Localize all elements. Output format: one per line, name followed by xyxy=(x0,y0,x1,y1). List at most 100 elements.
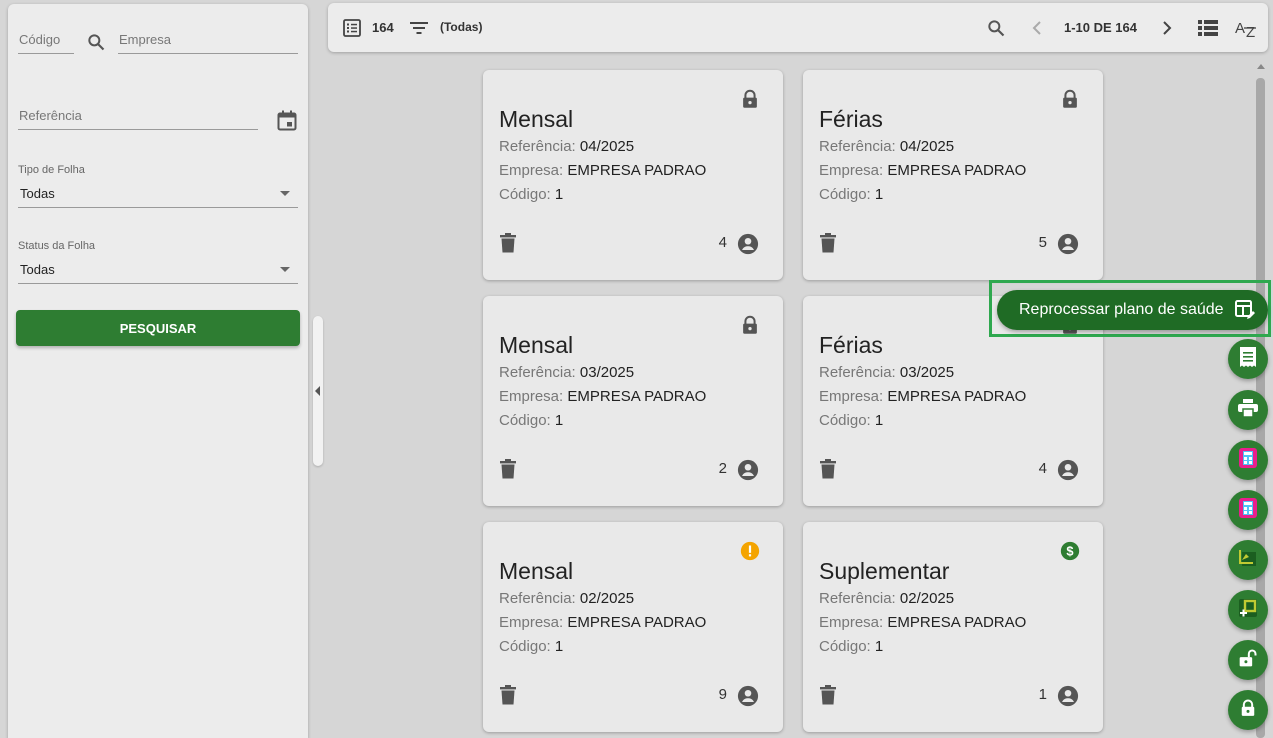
chart-button[interactable] xyxy=(1228,540,1268,580)
lock-icon xyxy=(1238,698,1258,723)
receipt-icon xyxy=(1239,346,1257,372)
calculator-icon xyxy=(1238,497,1258,524)
referencia-field[interactable]: Referência xyxy=(18,102,258,130)
card-title: Férias xyxy=(819,332,883,358)
warning-icon xyxy=(739,540,761,562)
card-codigo: Código: 1 xyxy=(819,412,884,429)
tipo-folha-value: Todas xyxy=(20,186,55,201)
card-codigo: Código: 1 xyxy=(819,638,884,655)
filter-panel: Código Empresa Referência Tipo de Folha … xyxy=(8,4,308,738)
list-view-icon[interactable] xyxy=(1196,17,1220,39)
search-icon[interactable] xyxy=(984,16,1008,40)
calculator-icon xyxy=(1238,447,1258,474)
person-icon[interactable] xyxy=(1057,233,1079,255)
svg-text:Z: Z xyxy=(1246,24,1255,39)
trash-icon[interactable] xyxy=(499,459,517,479)
card-empresa: Empresa: EMPRESA PADRAO xyxy=(819,614,1027,631)
employee-count: 4 xyxy=(1038,460,1047,477)
codigo-field[interactable]: Código xyxy=(18,26,74,54)
tipo-folha-label: Tipo de Folha xyxy=(18,164,85,176)
calculator-button[interactable] xyxy=(1228,440,1268,480)
lock-icon xyxy=(739,88,761,110)
person-icon[interactable] xyxy=(737,685,759,707)
employee-count: 9 xyxy=(718,686,727,703)
add-plan-button[interactable] xyxy=(1228,590,1268,630)
add-plan-icon xyxy=(1237,597,1259,624)
calendar-icon[interactable] xyxy=(274,108,300,134)
folha-card[interactable]: Mensal Referência: 04/2025 Empresa: EMPR… xyxy=(483,70,783,280)
card-codigo: Código: 1 xyxy=(499,638,564,655)
toolbar: 164 (Todas) 1-10 DE 164 AZ xyxy=(328,3,1268,52)
card-title: Férias xyxy=(819,106,883,132)
person-icon[interactable] xyxy=(1057,685,1079,707)
person-icon[interactable] xyxy=(1057,459,1079,481)
card-codigo: Código: 1 xyxy=(499,412,564,429)
employee-count: 2 xyxy=(718,460,727,477)
status-folha-select[interactable]: Todas xyxy=(18,254,298,284)
chevron-down-icon xyxy=(280,267,290,272)
lock-icon xyxy=(1059,88,1081,110)
trash-icon[interactable] xyxy=(499,685,517,705)
pagination-text: 1-10 DE 164 xyxy=(1064,20,1137,35)
card-title: Mensal xyxy=(499,558,574,584)
card-title: Suplementar xyxy=(819,558,950,584)
codigo-placeholder: Código xyxy=(19,32,61,47)
chevron-right-icon[interactable] xyxy=(1158,17,1176,39)
trash-icon[interactable] xyxy=(819,233,837,253)
panel-splitter[interactable] xyxy=(313,316,323,466)
card-title: Mensal xyxy=(499,106,574,132)
filter-label: (Todas) xyxy=(440,20,483,34)
total-count: 164 xyxy=(372,20,394,35)
lock-icon xyxy=(739,314,761,336)
person-icon[interactable] xyxy=(737,459,759,481)
card-empresa: Empresa: EMPRESA PADRAO xyxy=(819,388,1027,405)
tipo-folha-select[interactable]: Todas xyxy=(18,178,298,208)
unlock-icon xyxy=(1238,648,1258,673)
employee-count: 5 xyxy=(1038,234,1047,251)
trash-icon[interactable] xyxy=(499,233,517,253)
card-codigo: Código: 1 xyxy=(499,186,564,203)
svg-text:$: $ xyxy=(1066,544,1073,559)
chevron-left-icon[interactable] xyxy=(1028,17,1046,39)
search-empresa-icon[interactable] xyxy=(84,30,108,54)
card-empresa: Empresa: EMPRESA PADRAO xyxy=(499,614,707,631)
calculator-button-2[interactable] xyxy=(1228,490,1268,530)
referencia-placeholder: Referência xyxy=(19,108,82,123)
lock-button[interactable] xyxy=(1228,690,1268,730)
collapse-arrow-icon xyxy=(315,386,320,396)
trash-icon[interactable] xyxy=(819,459,837,479)
status-folha-label: Status da Folha xyxy=(18,240,96,252)
folha-card[interactable]: Mensal Referência: 03/2025 Empresa: EMPR… xyxy=(483,296,783,506)
folha-card[interactable]: Férias Referência: 04/2025 Empresa: EMPR… xyxy=(803,70,1103,280)
sort-az-icon[interactable]: AZ xyxy=(1234,15,1260,41)
card-referencia: Referência: 03/2025 xyxy=(819,364,955,381)
scroll-up-arrow[interactable] xyxy=(1257,64,1265,69)
card-referencia: Referência: 02/2025 xyxy=(819,590,955,607)
reprocess-health-plan-button[interactable]: Reprocessar plano de saúde xyxy=(997,290,1268,330)
empresa-field[interactable]: Empresa xyxy=(118,26,298,54)
receipt-button[interactable] xyxy=(1228,339,1268,379)
print-icon xyxy=(1238,398,1258,422)
folha-card[interactable]: Mensal Referência: 02/2025 Empresa: EMPR… xyxy=(483,522,783,732)
chart-icon xyxy=(1238,548,1258,573)
trash-icon[interactable] xyxy=(819,685,837,705)
card-codigo: Código: 1 xyxy=(819,186,884,203)
search-button[interactable]: PESQUISAR xyxy=(16,310,300,346)
filter-icon[interactable] xyxy=(408,17,430,39)
card-empresa: Empresa: EMPRESA PADRAO xyxy=(499,388,707,405)
print-button[interactable] xyxy=(1228,390,1268,430)
folha-card[interactable]: $ Suplementar Referência: 02/2025 Empres… xyxy=(803,522,1103,732)
table-edit-icon xyxy=(1234,299,1256,321)
card-title: Mensal xyxy=(499,332,574,358)
card-empresa: Empresa: EMPRESA PADRAO xyxy=(499,162,707,179)
card-empresa: Empresa: EMPRESA PADRAO xyxy=(819,162,1027,179)
person-icon[interactable] xyxy=(737,233,759,255)
empresa-placeholder: Empresa xyxy=(119,32,172,47)
card-referencia: Referência: 04/2025 xyxy=(819,138,955,155)
reprocess-label: Reprocessar plano de saúde xyxy=(1019,301,1224,318)
card-referencia: Referência: 04/2025 xyxy=(499,138,635,155)
card-referencia: Referência: 02/2025 xyxy=(499,590,635,607)
unlock-button[interactable] xyxy=(1228,640,1268,680)
list-icon xyxy=(341,17,363,39)
dollar-icon: $ xyxy=(1059,540,1081,562)
